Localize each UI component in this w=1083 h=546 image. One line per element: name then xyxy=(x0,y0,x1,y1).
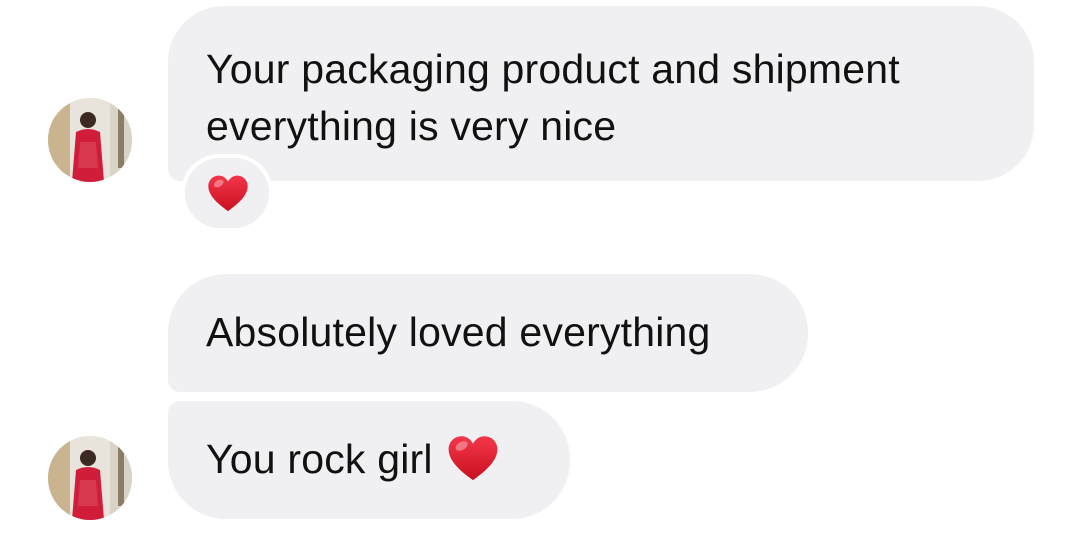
message-bubble[interactable]: You rock girl xyxy=(168,401,570,519)
message-text: You rock girl xyxy=(206,436,433,482)
message-bubble[interactable]: Your packaging product and shipment ever… xyxy=(168,6,1034,181)
message-text: Absolutely loved everything xyxy=(206,309,711,355)
message-reaction[interactable] xyxy=(181,154,273,232)
heart-emoji-icon xyxy=(447,434,499,484)
message-bubble[interactable]: Absolutely loved everything xyxy=(168,274,808,392)
sender-avatar[interactable] xyxy=(48,98,132,182)
message-text-line: everything is very nice xyxy=(206,103,617,149)
avatar-photo-icon xyxy=(48,436,132,520)
avatar-photo-icon xyxy=(48,98,132,182)
message-text-line: Your packaging product and shipment xyxy=(206,46,900,92)
message-text-row: You rock girl xyxy=(206,431,570,488)
sender-avatar[interactable] xyxy=(48,436,132,520)
heart-emoji-icon xyxy=(208,175,248,212)
